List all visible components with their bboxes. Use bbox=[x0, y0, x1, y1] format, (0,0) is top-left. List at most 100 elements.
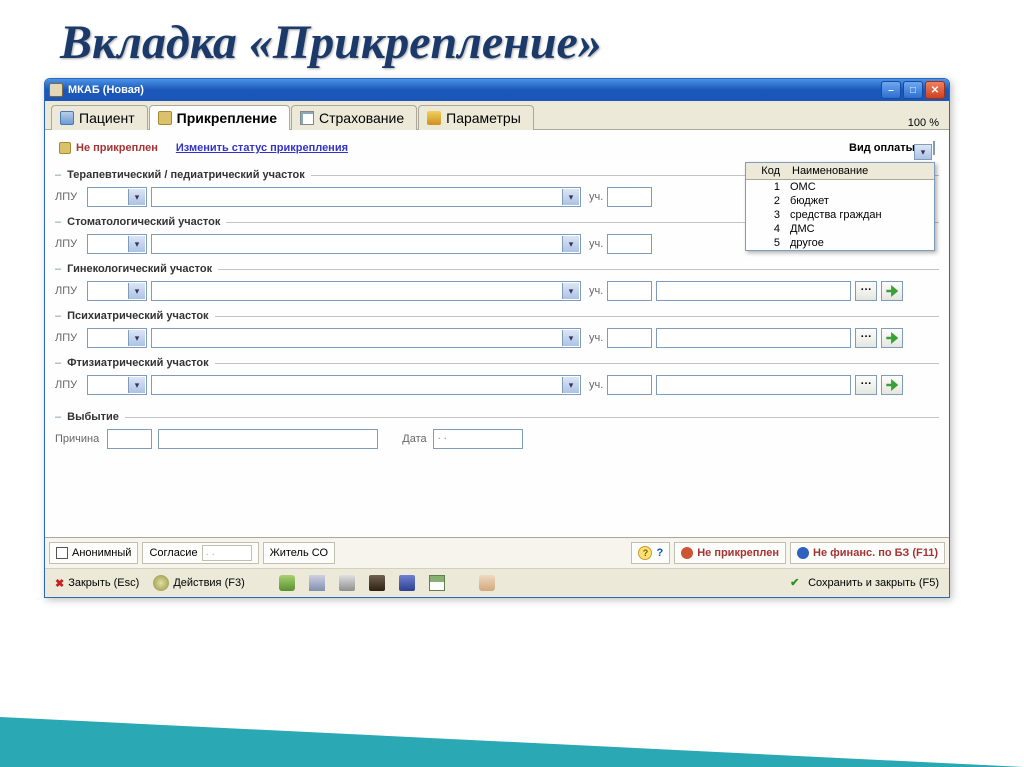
reason-name-input[interactable] bbox=[158, 429, 378, 449]
checkbox-icon bbox=[56, 547, 68, 559]
print-button[interactable] bbox=[335, 573, 359, 593]
help-icon: ? bbox=[638, 546, 652, 560]
card-icon bbox=[60, 111, 74, 125]
arrow-icon bbox=[886, 379, 898, 391]
hand-button[interactable] bbox=[475, 573, 499, 593]
pin-icon bbox=[59, 142, 71, 154]
reason-code-input[interactable] bbox=[107, 429, 152, 449]
lpu-label: ЛПУ bbox=[55, 191, 83, 203]
lpu-code-select[interactable] bbox=[87, 187, 147, 207]
slide-title: Вкладка «Прикрепление» bbox=[0, 0, 1024, 80]
uch-code-input[interactable] bbox=[607, 281, 652, 301]
section-header-departure: –Выбытие bbox=[55, 411, 939, 423]
lpu-label: ЛПУ bbox=[55, 332, 83, 344]
app-window: МКАБ (Новая) – □ ✕ Пациент Прикрепление … bbox=[44, 78, 950, 598]
tab-patient[interactable]: Пациент bbox=[51, 105, 148, 130]
save-close-button[interactable]: Сохранить и закрыть (F5) bbox=[786, 574, 943, 592]
lpu-code-select[interactable] bbox=[87, 328, 147, 348]
finance-icon bbox=[797, 547, 809, 559]
params-icon bbox=[427, 111, 441, 125]
arrow-icon bbox=[886, 332, 898, 344]
lpu-name-select[interactable] bbox=[151, 234, 581, 254]
zoom-level: 100 % bbox=[908, 117, 943, 129]
section-header-gynecological: –Гинекологический участок bbox=[55, 263, 939, 275]
help-cell[interactable]: ? ? bbox=[631, 542, 670, 564]
lpu-label: ЛПУ bbox=[55, 285, 83, 297]
dropdown-item[interactable]: 2бюджет bbox=[746, 194, 934, 208]
lpu-name-select[interactable] bbox=[151, 328, 581, 348]
status-bar: Анонимный Согласие . . Житель СО ? ? Не … bbox=[45, 537, 949, 568]
not-financed-cell[interactable]: Не финанс. по БЗ (F11) bbox=[790, 542, 945, 564]
lpu-name-select[interactable] bbox=[151, 375, 581, 395]
pay-type-label: Вид оплаты bbox=[849, 142, 915, 154]
field-row-gynecological: ЛПУ уч. ··· bbox=[55, 279, 939, 303]
clear-button[interactable] bbox=[881, 281, 903, 301]
lookup-button[interactable]: ··· bbox=[855, 328, 877, 348]
lookup-button[interactable]: ··· bbox=[855, 375, 877, 395]
window-title: МКАБ (Новая) bbox=[68, 84, 144, 96]
uch-label: уч. bbox=[589, 238, 603, 250]
close-button[interactable]: ✕ bbox=[925, 81, 945, 99]
section-header-psychiatric: –Психиатрический участок bbox=[55, 310, 939, 322]
titlebar: МКАБ (Новая) – □ ✕ bbox=[45, 79, 949, 101]
pay-type-dropdown: Код Наименование 1ОМС 2бюджет 3средства … bbox=[745, 162, 935, 251]
lpu-label: ЛПУ bbox=[55, 379, 83, 391]
dropdown-header: Код Наименование bbox=[746, 163, 934, 180]
uch-label: уч. bbox=[589, 379, 603, 391]
lookup-button[interactable]: ··· bbox=[855, 281, 877, 301]
close-esc-button[interactable]: Закрыть (Esc) bbox=[51, 575, 143, 592]
person-button[interactable] bbox=[275, 573, 299, 593]
maximize-button[interactable]: □ bbox=[903, 81, 923, 99]
field-row-psychiatric: ЛПУ уч. ··· bbox=[55, 326, 939, 350]
date-label: Дата bbox=[402, 433, 426, 445]
lpu-name-select[interactable] bbox=[151, 187, 581, 207]
uch-label: уч. bbox=[589, 332, 603, 344]
not-attached-cell[interactable]: Не прикреплен bbox=[674, 542, 786, 564]
change-status-link[interactable]: Изменить статус прикрепления bbox=[176, 142, 348, 154]
lpu-code-select[interactable] bbox=[87, 234, 147, 254]
tab-label: Страхование bbox=[319, 110, 404, 126]
dropdown-item[interactable]: 3средства граждан bbox=[746, 208, 934, 222]
clear-button[interactable] bbox=[881, 328, 903, 348]
resident-cell[interactable]: Житель СО bbox=[263, 542, 335, 564]
tab-attachment[interactable]: Прикрепление bbox=[149, 105, 290, 130]
pay-type-select[interactable] bbox=[933, 141, 935, 155]
lpu-name-select[interactable] bbox=[151, 281, 581, 301]
bottom-toolbar: Закрыть (Esc) Действия (F3) Сохранить и … bbox=[45, 568, 949, 597]
anonymous-cell[interactable]: Анонимный bbox=[49, 542, 138, 564]
tab-insurance[interactable]: Страхование bbox=[291, 105, 417, 130]
arrow-icon bbox=[886, 285, 898, 297]
uch-code-input[interactable] bbox=[607, 234, 652, 254]
dropdown-item[interactable]: 5другое bbox=[746, 236, 934, 250]
camera-button[interactable] bbox=[365, 573, 389, 593]
tab-params[interactable]: Параметры bbox=[418, 105, 534, 130]
uch-code-input[interactable] bbox=[607, 187, 652, 207]
dropdown-item[interactable]: 4ДМС bbox=[746, 222, 934, 236]
uch-code-input[interactable] bbox=[607, 328, 652, 348]
departure-row: Причина Дата . . bbox=[55, 427, 939, 451]
lpu-code-select[interactable] bbox=[87, 281, 147, 301]
uch-name-input[interactable] bbox=[656, 281, 851, 301]
table-button[interactable] bbox=[425, 573, 449, 593]
minimize-button[interactable]: – bbox=[881, 81, 901, 99]
dropdown-item[interactable]: 1ОМС bbox=[746, 180, 934, 194]
disk-icon bbox=[399, 575, 415, 591]
save-disk-button[interactable] bbox=[395, 573, 419, 593]
status-row: Не прикреплен Изменить статус прикреплен… bbox=[55, 140, 939, 162]
document-icon bbox=[300, 111, 314, 125]
table-icon bbox=[429, 575, 445, 591]
home-button[interactable] bbox=[305, 573, 329, 593]
app-icon bbox=[49, 83, 63, 97]
consent-cell[interactable]: Согласие . . bbox=[142, 542, 258, 564]
gear-icon bbox=[153, 575, 169, 591]
lpu-code-select[interactable] bbox=[87, 375, 147, 395]
uch-code-input[interactable] bbox=[607, 375, 652, 395]
uch-name-input[interactable] bbox=[656, 375, 851, 395]
print-icon bbox=[339, 575, 355, 591]
uch-label: уч. bbox=[589, 285, 603, 297]
date-input[interactable]: . . bbox=[433, 429, 523, 449]
tab-label: Прикрепление bbox=[177, 110, 277, 126]
actions-button[interactable]: Действия (F3) bbox=[149, 573, 248, 593]
uch-name-input[interactable] bbox=[656, 328, 851, 348]
clear-button[interactable] bbox=[881, 375, 903, 395]
